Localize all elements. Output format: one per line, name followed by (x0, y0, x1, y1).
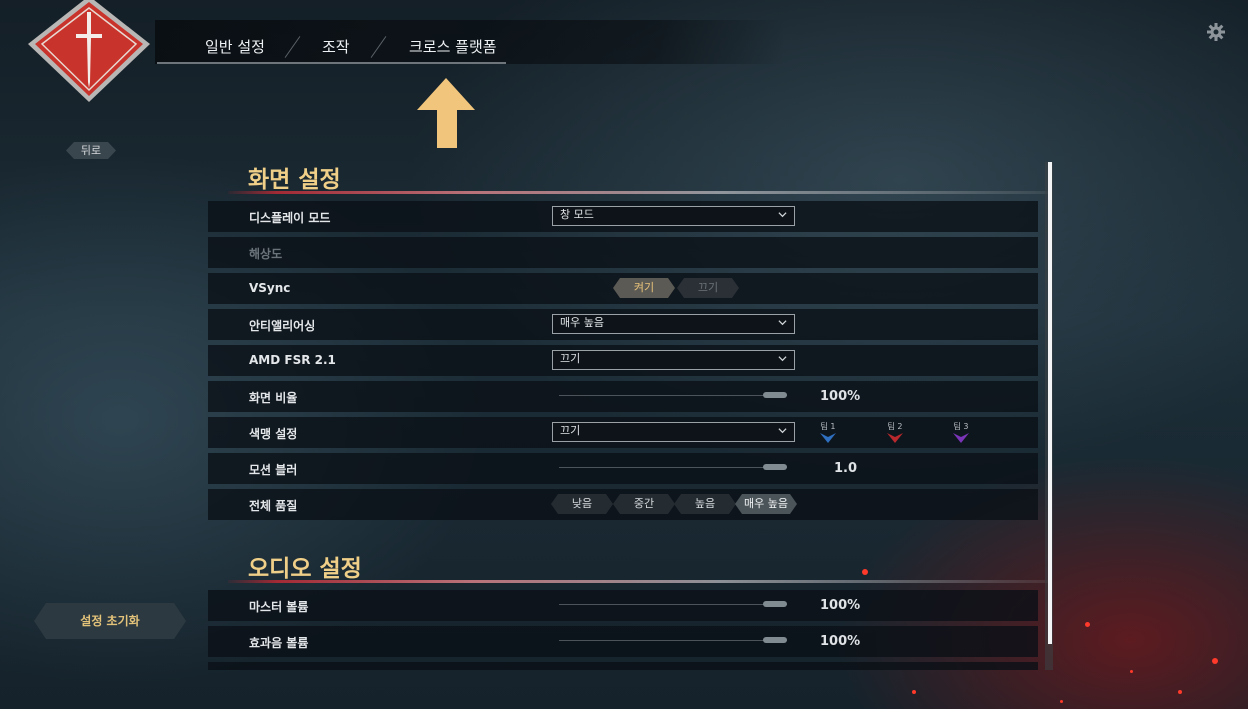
settings-row-overall-quality: 전체 품질 낮음 중간 높음 매우 높음 (208, 489, 1038, 520)
chevron-down-icon (778, 356, 787, 362)
team-marker-icon (953, 433, 969, 443)
quality-option-very-high[interactable]: 매우 높음 (735, 494, 797, 514)
vsync-on-toggle[interactable]: 켜기 (613, 278, 675, 298)
team-marker-icon (887, 433, 903, 443)
ember-particle (1212, 658, 1218, 664)
ember-particle (912, 690, 916, 694)
vsync-label: VSync (249, 281, 291, 295)
colorblind-value: 끄기 (560, 424, 581, 437)
team-1-label: 팀 1 (820, 422, 836, 431)
antialiasing-dropdown[interactable]: 매우 높음 (552, 314, 795, 334)
colorblind-dropdown[interactable]: 끄기 (552, 422, 795, 442)
scrollbar-thumb[interactable] (1048, 162, 1052, 644)
colorblind-label: 색맹 설정 (249, 427, 298, 441)
chevron-down-icon (778, 320, 787, 326)
settings-row-antialiasing: 안티앨리어싱 매우 높음 (208, 309, 1038, 340)
fsr-dropdown[interactable]: 끄기 (552, 350, 795, 370)
antialiasing-label: 안티앨리어싱 (249, 319, 316, 333)
tab-controls[interactable]: 조작 (322, 36, 350, 57)
audio-settings-title: 오디오 설정 (248, 556, 362, 582)
settings-row-motion-blur: 모션 블러 1.0 (208, 453, 1038, 484)
screen-ratio-label: 화면 비율 (249, 391, 298, 405)
team-2-marker: 팀 2 (880, 421, 910, 443)
display-mode-dropdown[interactable]: 창 모드 (552, 206, 795, 226)
display-mode-value: 창 모드 (560, 208, 594, 221)
master-volume-slider-handle[interactable] (763, 601, 787, 607)
master-volume-value: 100% (820, 598, 861, 613)
settings-row-master-volume: 마스터 볼륨 100% (208, 590, 1038, 621)
motion-blur-slider-handle[interactable] (763, 464, 787, 470)
tab-general-settings[interactable]: 일반 설정 (205, 36, 265, 57)
quality-option-medium[interactable]: 중간 (613, 494, 675, 514)
screen-ratio-value: 100% (820, 389, 861, 404)
chevron-down-icon (778, 212, 787, 218)
effects-volume-slider-track[interactable] (559, 640, 787, 641)
motion-blur-slider-track[interactable] (559, 467, 787, 468)
team-2-label: 팀 2 (887, 422, 903, 431)
ember-particle (1060, 700, 1063, 703)
section-divider (228, 580, 1048, 583)
gear-icon[interactable] (1206, 22, 1226, 42)
settings-row-colorblind: 색맹 설정 끄기 팀 1 팀 2 팀 3 (208, 417, 1038, 448)
team-marker-icon (820, 433, 836, 443)
master-volume-slider-track[interactable] (559, 604, 787, 605)
master-volume-label: 마스터 볼륨 (249, 600, 309, 614)
display-mode-label: 디스플레이 모드 (249, 211, 331, 225)
effects-volume-slider-handle[interactable] (763, 637, 787, 643)
settings-row-partial (208, 662, 1038, 670)
effects-volume-label: 효과음 볼륨 (249, 636, 309, 650)
overall-quality-label: 전체 품질 (249, 499, 298, 513)
vsync-off-toggle[interactable]: 끄기 (677, 278, 739, 298)
ember-particle (1085, 622, 1090, 627)
team-3-marker: 팀 3 (946, 421, 976, 443)
display-settings-title: 화면 설정 (248, 167, 341, 193)
ember-particle (862, 569, 868, 575)
team-3-label: 팀 3 (953, 422, 969, 431)
ember-particle (1178, 690, 1182, 694)
settings-row-vsync: VSync 켜기 끄기 (208, 273, 1038, 304)
screen-ratio-slider-track[interactable] (559, 395, 787, 396)
back-button[interactable]: 뒤로 (66, 142, 116, 159)
chevron-down-icon (778, 428, 787, 434)
team-1-marker: 팀 1 (813, 421, 843, 443)
settings-row-resolution: 해상도 (208, 237, 1038, 268)
reset-settings-button[interactable]: 설정 초기화 (34, 603, 186, 639)
ember-particle (1130, 670, 1133, 673)
fsr-label: AMD FSR 2.1 (249, 353, 336, 367)
section-divider (228, 191, 1048, 194)
tab-cross-platform[interactable]: 크로스 플랫폼 (409, 36, 497, 57)
resolution-label: 해상도 (249, 247, 283, 261)
motion-blur-value: 1.0 (834, 461, 858, 476)
settings-row-effects-volume: 효과음 볼륨 100% (208, 626, 1038, 657)
screen-ratio-slider-handle[interactable] (763, 392, 787, 398)
nav-underline (157, 62, 506, 64)
fsr-value: 끄기 (560, 352, 581, 365)
motion-blur-label: 모션 블러 (249, 463, 298, 477)
settings-row-screen-ratio: 화면 비율 100% (208, 381, 1038, 412)
quality-option-low[interactable]: 낮음 (551, 494, 613, 514)
up-arrow-icon (416, 78, 476, 148)
effects-volume-value: 100% (820, 634, 861, 649)
settings-row-display-mode: 디스플레이 모드 창 모드 (208, 201, 1038, 232)
settings-row-fsr: AMD FSR 2.1 끄기 (208, 345, 1038, 376)
game-logo-icon (26, 0, 152, 106)
antialiasing-value: 매우 높음 (560, 316, 604, 329)
quality-option-high[interactable]: 높음 (674, 494, 736, 514)
